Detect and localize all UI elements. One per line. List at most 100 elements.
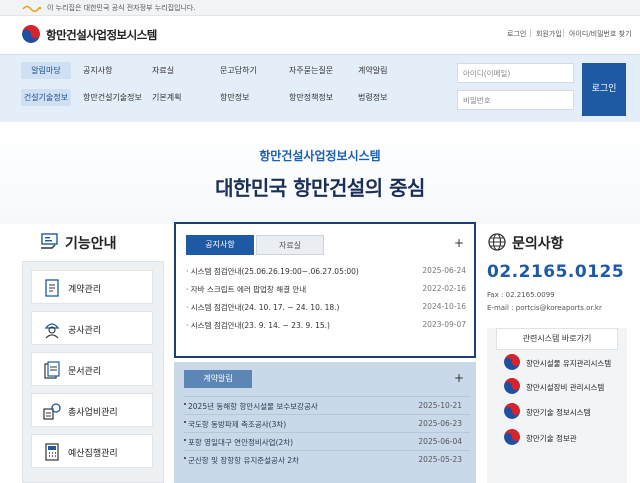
notice-date: 2024-10-16	[422, 302, 466, 311]
notice-row[interactable]: · 시스템 점검안내(25.06.26.19:00~.06.27.05:00) …	[186, 266, 466, 278]
bullet	[184, 457, 186, 459]
notice-date: 2022-02-16	[422, 284, 466, 293]
nav-item-contract[interactable]: 계약알림	[358, 65, 387, 76]
notice-row[interactable]: · 시스템 점검안내(24. 10. 17. ~ 24. 10. 18.) 20…	[186, 302, 466, 314]
taegeuk-logo-icon	[504, 429, 520, 445]
nav-item-qna[interactable]: 문고답하기	[220, 65, 257, 76]
related-system-link[interactable]: 항만시설장비 관리시스템	[504, 378, 622, 394]
related-system-label: 항만시설물 유지관리시스템	[526, 359, 612, 368]
notice-date: 2025-06-24	[422, 266, 466, 275]
nav-category-notice[interactable]: 알림마당	[21, 62, 71, 79]
taegeuk-logo-icon	[504, 378, 520, 394]
contract-date: 2025-06-23	[418, 419, 462, 428]
related-systems-panel: 관련시스템 바로가기 항만시설물 유지관리시스템 항만시설장비 관리시스템 항만…	[487, 328, 627, 483]
func-contract-button[interactable]: 계약관리	[31, 270, 153, 304]
inquiry-phone: 02.2165.0125	[487, 262, 625, 282]
document-icon	[44, 361, 60, 379]
notice-row[interactable]: · 시스템 점검안내(23. 9. 14. ~ 23. 9. 15.) 2023…	[186, 320, 466, 332]
calculator-icon	[45, 443, 59, 461]
hero-banner: 항만건설사업정보시스템 대한민국 항만건설의 중심	[0, 122, 640, 224]
hero-headline: 대한민국 항만건설의 중심	[215, 176, 425, 200]
contract-more-button[interactable]: +	[454, 371, 464, 385]
bullet	[184, 421, 186, 423]
bullet	[184, 439, 186, 441]
contract-title: 국도항 동방파제 축조공사(3차)	[188, 420, 287, 429]
bullet	[184, 403, 186, 405]
inquiry-email[interactable]: E-mail : portcis@koreaports.or.kr	[487, 304, 602, 312]
taegeuk-logo-icon[interactable]	[22, 25, 40, 43]
func-budget-button[interactable]: 총사업비관리	[31, 393, 153, 427]
contract-date: 2025-06-04	[418, 437, 462, 446]
related-systems-title: 관련시스템 바로가기	[496, 328, 618, 350]
functions-title: 기능안내	[65, 236, 117, 252]
contract-icon	[45, 279, 59, 297]
nav-item-policy-info[interactable]: 항만정책정보	[289, 92, 333, 103]
main-nav: 알림마당 공지사항 자료실 문고답하기 자주묻는질문 계약알림 건설기술정보 항…	[0, 54, 640, 122]
func-label: 예산집행관리	[68, 449, 118, 459]
related-system-link[interactable]: 항만기술 정보관	[504, 429, 622, 445]
functions-panel: 계약관리 공사관리 문서관리 총사업비관리 예산집행관리	[22, 261, 164, 483]
id-input[interactable]: 아이디(이메일)	[457, 63, 574, 83]
gov-banner-text: 이 누리집은 대한민국 공식 전자정부 누리집입니다.	[47, 4, 196, 12]
func-label: 문서관리	[68, 367, 102, 377]
contract-title: 군산항 및 장항항 유지준설공사 2차	[188, 456, 299, 465]
worker-icon	[44, 323, 60, 339]
hero-subtitle: 항만건설사업정보시스템	[259, 149, 381, 163]
nav-item-tech-info[interactable]: 항만건설기술정보	[83, 92, 142, 103]
related-system-label: 항만기술 정보관	[526, 434, 577, 443]
contract-title: 포항 영일대구 연안정비사업(2차)	[188, 438, 294, 447]
nav-item-faq[interactable]: 자주묻는질문	[289, 65, 333, 76]
budget-icon	[43, 403, 61, 420]
notice-board: 공지사항 자료실 + · 시스템 점검안내(25.06.26.19:00~.06…	[174, 222, 476, 358]
notice-date: 2023-09-07	[422, 320, 466, 329]
globe-icon	[488, 233, 506, 251]
monitor-hand-icon	[41, 233, 58, 249]
inquiry-fax: Fax : 02.2165.0099	[487, 291, 555, 299]
signup-link[interactable]: 회원가입	[536, 29, 562, 39]
related-system-link[interactable]: 항만기술 정보시스템	[504, 403, 622, 419]
site-title[interactable]: 항만건설사업정보시스템	[46, 27, 157, 43]
notice-title: · 시스템 점검안내(24. 10. 17. ~ 24. 10. 18.)	[186, 303, 340, 312]
contract-row[interactable]: 국도항 동방파제 축조공사(3차) 2025-06-23	[184, 414, 470, 431]
func-construction-button[interactable]: 공사관리	[31, 311, 153, 345]
egov-logo-icon	[22, 5, 42, 13]
notice-title: · 자바 스크립트 에러 팝업창 해결 안내	[186, 285, 307, 294]
inquiry-title: 문의사항	[512, 236, 564, 252]
login-link[interactable]: 로그인	[507, 29, 526, 39]
tab-notice[interactable]: 공지사항	[186, 235, 254, 255]
divider	[563, 29, 564, 37]
func-label: 총사업비관리	[68, 408, 118, 418]
contract-date: 2025-05-23	[418, 455, 462, 464]
tab-archive[interactable]: 자료실	[256, 235, 324, 255]
contract-row[interactable]: 군산항 및 장항항 유지준설공사 2차 2025-05-23	[184, 450, 470, 467]
nav-category-tech[interactable]: 건설기술정보	[21, 89, 71, 106]
taegeuk-logo-icon	[504, 403, 520, 419]
gov-banner: 이 누리집은 대한민국 공식 전자정부 누리집입니다.	[0, 0, 640, 16]
contract-date: 2025-10-21	[418, 401, 462, 410]
tab-contract[interactable]: 계약알림	[184, 370, 252, 388]
related-system-label: 항만시설장비 관리시스템	[526, 383, 605, 392]
func-label: 계약관리	[68, 285, 102, 295]
func-execution-button[interactable]: 예산집행관리	[31, 434, 153, 468]
contract-title: 2025년 동해항 항만시설물 보수보강공사	[188, 402, 318, 411]
password-input[interactable]: 비밀번호	[457, 90, 574, 110]
site-header: 항만건설사업정보시스템 로그인 회원가입 아이디/비밀번호 찾기	[0, 17, 640, 53]
related-system-link[interactable]: 항만시설물 유지관리시스템	[504, 354, 622, 370]
nav-item-port-info[interactable]: 항만정보	[220, 92, 249, 103]
related-system-label: 항만기술 정보시스템	[526, 408, 591, 417]
login-button[interactable]: 로그인	[582, 63, 626, 116]
contract-row[interactable]: 포항 영일대구 연안정비사업(2차) 2025-06-04	[184, 432, 470, 449]
nav-item-archive[interactable]: 자료실	[152, 65, 174, 76]
notice-title: · 시스템 점검안내(25.06.26.19:00~.06.27.05:00)	[186, 267, 359, 276]
notice-row[interactable]: · 자바 스크립트 에러 팝업창 해결 안내 2022-02-16	[186, 284, 466, 296]
notice-more-button[interactable]: +	[454, 236, 464, 250]
find-account-link[interactable]: 아이디/비밀번호 찾기	[569, 29, 632, 39]
nav-item-basic-plan[interactable]: 기본계획	[152, 92, 181, 103]
func-document-button[interactable]: 문서관리	[31, 352, 153, 386]
taegeuk-logo-icon	[504, 354, 520, 370]
divider	[530, 29, 531, 37]
nav-item-notice[interactable]: 공지사항	[83, 65, 112, 76]
contract-row[interactable]: 2025년 동해항 항만시설물 보수보강공사 2025-10-21	[184, 396, 470, 413]
contract-board: 계약알림 + 2025년 동해항 항만시설물 보수보강공사 2025-10-21…	[174, 362, 476, 483]
nav-item-law-info[interactable]: 법령정보	[358, 92, 387, 103]
